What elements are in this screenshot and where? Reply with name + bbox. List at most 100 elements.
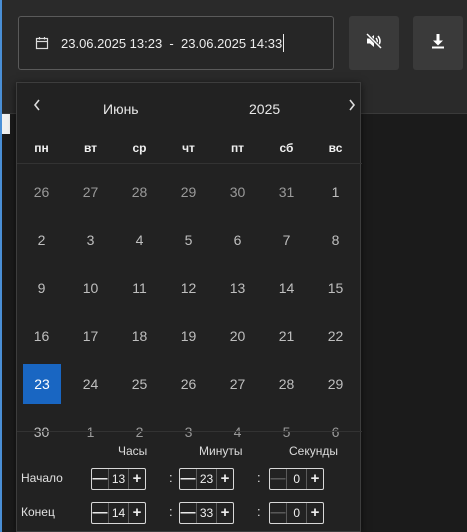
- start-minutes-value[interactable]: 23: [196, 469, 217, 489]
- calendar-day[interactable]: 5: [164, 220, 213, 260]
- decrement-button[interactable]: —: [180, 503, 196, 523]
- text-caret: [283, 34, 285, 52]
- calendar-day[interactable]: 18: [115, 316, 164, 356]
- start-seconds-value[interactable]: 0: [286, 469, 307, 489]
- end-label: Конец: [21, 505, 55, 519]
- calendar-day[interactable]: 7: [262, 220, 311, 260]
- calendar-day[interactable]: 17: [66, 316, 115, 356]
- calendar-day[interactable]: 29: [164, 172, 213, 212]
- prev-month-button[interactable]: [27, 97, 47, 119]
- time-separator: :: [169, 470, 173, 485]
- calendar-week-row: 26 27 28 29 30 31 1: [17, 172, 362, 212]
- start-seconds-stepper: — 0 +: [269, 468, 324, 490]
- speaker-muted-icon: [365, 32, 383, 55]
- calendar-day[interactable]: 6: [213, 220, 262, 260]
- hours-header: Часы: [118, 444, 148, 458]
- start-time-row: Начало — 13 + : — 23 + : — 0 +: [17, 468, 362, 490]
- year-label[interactable]: 2025: [249, 101, 280, 117]
- end-seconds-stepper: — 0 +: [269, 502, 324, 524]
- calendar-day[interactable]: 2: [17, 220, 66, 260]
- mute-button[interactable]: [349, 16, 399, 70]
- decrement-button-disabled: —: [270, 470, 286, 487]
- decrement-button[interactable]: —: [180, 469, 196, 489]
- decrement-button[interactable]: —: [92, 469, 108, 489]
- calendar-day[interactable]: 12: [164, 268, 213, 308]
- weekday-label: ср: [132, 141, 147, 155]
- increment-button[interactable]: +: [129, 503, 145, 523]
- end-hours-stepper: — 14 +: [91, 502, 146, 524]
- calendar-weeks: 26 27 28 29 30 31 1 2 3 4 5 6 7 8 9 10 11 12 13 14 15 16 17 18 1…: [17, 172, 362, 452]
- calendar-day[interactable]: 1: [311, 172, 360, 212]
- weekday-label: чт: [182, 141, 195, 155]
- calendar-day[interactable]: 24: [66, 364, 115, 404]
- date-range-input[interactable]: 23.06.2025 13:23 - 23.06.2025 14:33: [18, 16, 334, 70]
- calendar-day[interactable]: 28: [262, 364, 311, 404]
- decrement-button[interactable]: —: [92, 503, 108, 523]
- end-minutes-stepper: — 33 +: [179, 502, 234, 524]
- calendar-day[interactable]: 16: [17, 316, 66, 356]
- calendar-day[interactable]: 26: [164, 364, 213, 404]
- increment-button[interactable]: +: [217, 469, 233, 489]
- download-button[interactable]: [413, 16, 463, 70]
- end-seconds-value[interactable]: 0: [286, 503, 307, 523]
- calendar-grid: пн вт ср чт пт сб вс 26 27 28 29 30 31 1 2 3 4 5 6 7…: [17, 133, 362, 452]
- calendar-week-row: 9 10 11 12 13 14 15: [17, 268, 362, 308]
- time-headers: Часы Минуты Секунды: [17, 444, 362, 460]
- calendar-day[interactable]: 3: [66, 220, 115, 260]
- calendar-day[interactable]: 20: [213, 316, 262, 356]
- weekday-label: пн: [34, 141, 49, 155]
- calendar-day[interactable]: 19: [164, 316, 213, 356]
- download-icon: [429, 32, 447, 55]
- time-separator: :: [257, 504, 261, 519]
- calendar-day[interactable]: 27: [213, 364, 262, 404]
- date-range-text: 23.06.2025 13:23 - 23.06.2025 14:33: [61, 35, 283, 51]
- start-minutes-stepper: — 23 +: [179, 468, 234, 490]
- calendar-icon: [35, 36, 49, 50]
- background-panel-edge: [2, 114, 10, 134]
- month-label[interactable]: Июнь: [103, 101, 139, 117]
- time-separator: :: [257, 470, 261, 485]
- increment-button[interactable]: +: [129, 469, 145, 489]
- calendar-nav: Июнь 2025: [17, 93, 362, 123]
- end-minutes-value[interactable]: 33: [196, 503, 217, 523]
- calendar-day[interactable]: 29: [311, 364, 360, 404]
- start-hours-value[interactable]: 13: [108, 469, 129, 489]
- calendar-day[interactable]: 4: [115, 220, 164, 260]
- calendar-day[interactable]: 25: [115, 364, 164, 404]
- calendar-day[interactable]: 21: [262, 316, 311, 356]
- minutes-header: Минуты: [199, 444, 243, 458]
- weekday-label: сб: [279, 141, 294, 155]
- calendar-day[interactable]: 22: [311, 316, 360, 356]
- date-range-picker: Июнь 2025 пн вт ср чт пт сб вс 26 27 28 29 3…: [16, 82, 362, 532]
- calendar-week-row: 23 24 25 26 27 28 29: [17, 364, 362, 404]
- calendar-day[interactable]: 31: [262, 172, 311, 212]
- calendar-day[interactable]: 15: [311, 268, 360, 308]
- increment-button[interactable]: +: [307, 469, 323, 489]
- end-hours-value[interactable]: 14: [108, 503, 129, 523]
- decrement-button-disabled: —: [270, 504, 286, 521]
- start-label: Начало: [21, 471, 63, 485]
- calendar-week-row: 2345678: [17, 220, 362, 260]
- calendar-day[interactable]: 28: [115, 172, 164, 212]
- calendar-day[interactable]: 27: [66, 172, 115, 212]
- time-separator: :: [169, 504, 173, 519]
- calendar-day[interactable]: 13: [213, 268, 262, 308]
- weekday-label: вс: [328, 141, 343, 155]
- calendar-day-selected[interactable]: 23: [23, 364, 61, 404]
- weekday-label: пт: [230, 141, 245, 155]
- calendar-day[interactable]: 26: [17, 172, 66, 212]
- calendar-day[interactable]: 9: [17, 268, 66, 308]
- start-hours-stepper: — 13 +: [91, 468, 146, 490]
- calendar-day[interactable]: 14: [262, 268, 311, 308]
- next-month-button[interactable]: [342, 97, 362, 119]
- weekday-header: пн вт ср чт пт сб вс: [17, 133, 362, 164]
- calendar-day[interactable]: 30: [213, 172, 262, 212]
- calendar-day[interactable]: 10: [66, 268, 115, 308]
- calendar-week-row: 16 17 18 19 20 21 22: [17, 316, 362, 356]
- end-time-row: Конец — 14 + : — 33 + : — 0 +: [17, 502, 362, 524]
- calendar-day[interactable]: 8: [311, 220, 360, 260]
- calendar-day[interactable]: 11: [115, 268, 164, 308]
- increment-button[interactable]: +: [307, 503, 323, 523]
- increment-button[interactable]: +: [217, 503, 233, 523]
- weekday-label: вт: [83, 141, 98, 155]
